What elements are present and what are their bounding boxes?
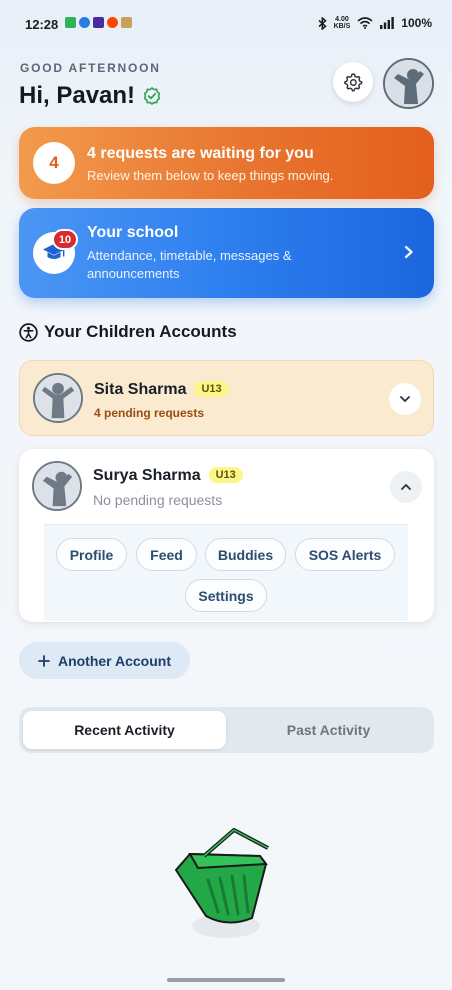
child-avatar [32,461,82,511]
net-speed: 4.00 KB/S [334,16,351,30]
chip-feed[interactable]: Feed [136,538,197,571]
requests-count-badge: 4 [33,142,75,184]
child-pending-status: No pending requests [93,492,223,508]
greeting-subtitle: GOOD AFTERNOON [20,61,161,75]
child-name-text: Sita Sharma [94,381,187,398]
child-name-text: Surya Sharma [93,467,201,484]
age-group-badge: U13 [194,381,229,397]
children-section-label: Your Children Accounts [44,322,237,341]
net-speed-value: 4.00 [335,16,349,23]
chip-sos-alerts[interactable]: SOS Alerts [295,538,395,571]
add-account-button[interactable]: Another Account [19,642,190,679]
verified-check-icon [143,87,161,105]
child-card-surya[interactable]: Surya Sharma U13 No pending requests Prof… [19,449,434,622]
activity-tab-bar: Recent Activity Past Activity [19,707,434,753]
greeting-title: Hi, Pavan! [19,82,161,110]
chevron-up-icon [401,484,411,490]
chevron-right-icon [404,245,413,259]
person-avatar-icon [385,60,432,107]
notification-icons [65,17,132,28]
signal-icon [380,17,395,29]
children-section-title: Your Children Accounts [19,322,237,342]
home-indicator[interactable] [167,978,285,982]
settings-button[interactable] [333,62,373,102]
child-menu-panel: Profile Feed Buddies SOS Alerts Settings [44,524,408,621]
net-speed-unit: KB/S [333,23,351,30]
messages-icon [65,17,76,28]
chip-buddies[interactable]: Buddies [205,538,286,571]
accessibility-person-icon [19,322,38,342]
child-pending-status: 4 pending requests [94,406,205,420]
expand-button[interactable] [389,383,421,415]
add-account-label: Another Account [57,652,172,669]
wifi-icon [357,17,373,29]
requests-subtitle: Review them below to keep things moving. [87,168,334,183]
greeting-name: Hi, Pavan! [19,82,136,109]
person-avatar-icon [35,375,81,421]
child-name: Surya Sharma U13 [93,467,243,485]
chevron-down-icon [400,396,410,402]
school-title: Your school [87,224,179,241]
chip-settings[interactable]: Settings [185,579,267,612]
profile-avatar[interactable] [383,58,434,109]
requests-title: 4 requests are waiting for you [87,145,314,162]
child-name: Sita Sharma U13 [94,381,229,399]
child-avatar [33,373,83,423]
school-subtitle: Attendance, timetable, messages & announ… [87,248,292,281]
plus-icon [38,654,50,667]
school-notification-badge: 10 [52,229,78,250]
person-avatar-icon [34,463,80,509]
child-card-sita[interactable]: Sita Sharma U13 4 pending requests [19,360,434,436]
empty-basket-illustration [174,828,269,938]
status-time: 12:28 [25,17,59,32]
gear-icon [344,73,363,92]
age-group-badge: U13 [208,467,243,483]
bag-icon [121,17,132,28]
tab-past-activity[interactable]: Past Activity [227,711,430,749]
reddit-icon [107,17,118,28]
system-status: 4.00 KB/S 100% [318,16,432,30]
school-card[interactable]: 10 Your school Attendance, timetable, me… [19,208,434,298]
status-bar: 12:28 4.00 KB/S 100% [0,0,452,46]
tab-recent-activity[interactable]: Recent Activity [23,711,226,749]
pending-requests-card[interactable]: 4 4 requests are waiting for you Review … [19,127,434,199]
collapse-button[interactable] [390,471,422,503]
battery-level: 100% [401,16,432,30]
chip-profile[interactable]: Profile [56,538,127,571]
app-icon [93,17,104,28]
chat-icon [79,17,90,28]
bluetooth-icon [318,16,327,30]
